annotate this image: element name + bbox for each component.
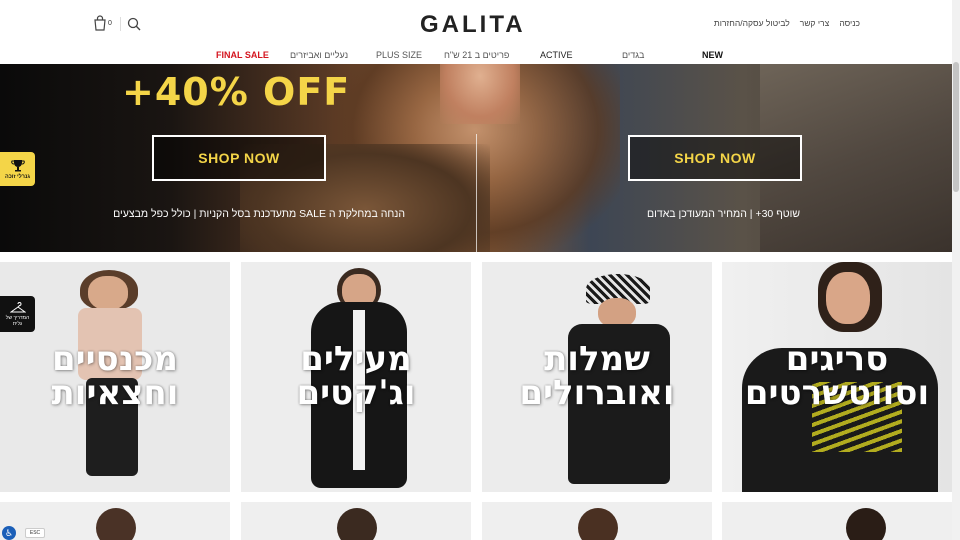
vip-badge[interactable]: גנרלי זוכה bbox=[0, 152, 35, 186]
nav-item-shoes-accessories[interactable]: נעליים ואביזרים bbox=[290, 50, 348, 60]
hanger-icon bbox=[9, 301, 26, 312]
nav-item-plus-size[interactable]: PLUS SIZE bbox=[376, 50, 422, 60]
returns-link[interactable]: לביטול עסקה/החזרות bbox=[714, 18, 790, 28]
tile-title-line1: מעילים bbox=[300, 339, 412, 379]
tile-title-line2: וסווטשרטים bbox=[744, 373, 930, 413]
style-guide-line2: גלית bbox=[12, 320, 23, 327]
nav-item-active[interactable]: ACTIVE bbox=[540, 50, 573, 60]
category-tile-dresses-overalls[interactable]: שמלות ואוברולים bbox=[482, 262, 712, 492]
trophy-icon bbox=[10, 159, 25, 171]
vip-badge-label: גנרלי זוכה bbox=[5, 173, 30, 180]
login-link[interactable]: כניסה bbox=[839, 18, 860, 28]
category-tile-row2-2[interactable] bbox=[241, 502, 471, 540]
tile-title-line2: ואוברולים bbox=[519, 373, 675, 413]
main-nav: NEW בגדים ACTIVE פריטים ב 21 ש"ח PLUS SI… bbox=[0, 50, 952, 64]
accessibility-icon: ♿ bbox=[4, 527, 14, 538]
search-icon bbox=[127, 17, 141, 31]
nav-item-new[interactable]: NEW bbox=[702, 50, 723, 60]
style-guide-badge[interactable]: המדריך של גלית bbox=[0, 296, 35, 332]
style-guide-label: המדריך של גלית bbox=[6, 315, 30, 327]
tile-title-line2: וחצאיות bbox=[51, 373, 179, 413]
header-divider bbox=[120, 17, 121, 31]
shop-now-button-left[interactable]: SHOP NOW bbox=[152, 135, 326, 181]
scrollbar-thumb[interactable] bbox=[953, 62, 959, 192]
shop-now-button-right[interactable]: SHOP NOW bbox=[628, 135, 802, 181]
cart-count: 0 bbox=[108, 20, 112, 27]
category-tile-row2-4[interactable] bbox=[722, 502, 952, 540]
tile-title-line1: שמלות bbox=[544, 339, 650, 379]
search-button[interactable] bbox=[127, 17, 141, 31]
tile-title-line2: וג'קטים bbox=[296, 373, 416, 413]
category-tile-row2-3[interactable] bbox=[482, 502, 712, 540]
utility-links: כניסה צרי קשר לביטול עסקה/החזרות bbox=[714, 18, 860, 28]
contact-link[interactable]: צרי קשר bbox=[800, 18, 830, 28]
nav-item-clothing[interactable]: בגדים bbox=[622, 50, 644, 60]
site-header: 0 GALITA כניסה צרי קשר לביטול עסקה/החזרו… bbox=[0, 0, 952, 64]
nav-item-21-shekel[interactable]: פריטים ב 21 ש"ח bbox=[444, 50, 509, 60]
accessibility-button[interactable]: ♿ bbox=[2, 526, 16, 540]
esc-key-hint: ESC bbox=[25, 528, 45, 538]
model-face bbox=[88, 276, 128, 310]
hero-model-face bbox=[440, 64, 520, 124]
hero-divider bbox=[476, 134, 477, 252]
cart-button[interactable]: 0 bbox=[93, 15, 115, 33]
hero-banner[interactable]: +40% OFF SHOP NOW SHOP NOW הנחה במחלקת ה… bbox=[0, 64, 952, 252]
tile-title-line1: מכנסיים bbox=[51, 339, 179, 379]
tile-title-line1: סריגים bbox=[785, 339, 889, 379]
category-tile-pants-skirts[interactable]: מכנסיים וחצאיות bbox=[0, 262, 230, 492]
page-scrollbar[interactable] bbox=[952, 0, 960, 540]
site-logo[interactable]: GALITA bbox=[420, 11, 526, 39]
hero-text-right: שוטף 30+ | המחיר המעודכן באדום bbox=[647, 208, 800, 220]
promo-headline: +40% OFF bbox=[122, 70, 351, 114]
hero-text-left: הנחה במחלקת ה SALE מתעדכנת בסל הקניות | … bbox=[113, 208, 405, 220]
nav-item-final-sale[interactable]: FINAL SALE bbox=[216, 50, 269, 60]
page: 0 GALITA כניסה צרי קשר לביטול עסקה/החזרו… bbox=[0, 0, 960, 540]
category-tile-coats-jackets[interactable]: מעילים וג'קטים bbox=[241, 262, 471, 492]
shopping-bag-icon bbox=[94, 15, 106, 31]
category-tile-knits-sweatshirts[interactable]: סריגים וסווטשרטים bbox=[722, 262, 952, 492]
model-face bbox=[826, 272, 870, 324]
